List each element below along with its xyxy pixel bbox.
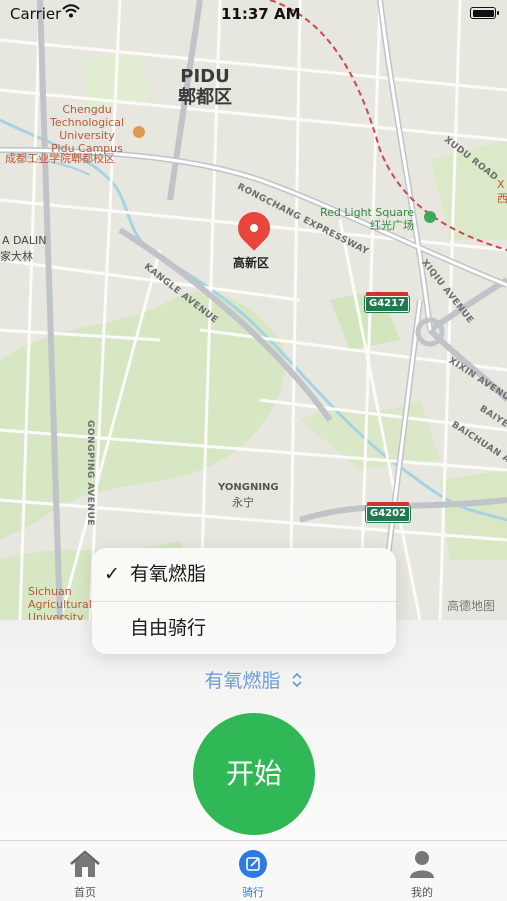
tab-ride-label: 骑行 xyxy=(242,886,264,899)
mode-selector[interactable]: 有氧燃脂 xyxy=(0,666,507,693)
road-gongping-label: GONGPING AVENUE xyxy=(85,420,95,526)
tab-home-label: 首页 xyxy=(74,886,96,899)
chevron-up-down-icon xyxy=(291,671,303,693)
edge-xi-label: 西 xyxy=(497,192,507,205)
poi-redlight-label[interactable]: Red Light Square xyxy=(320,206,414,219)
map-background xyxy=(0,0,507,620)
edit-square-icon xyxy=(238,849,268,883)
yongning-zh-label: 永宁 xyxy=(232,496,254,509)
poi-sichuan-agricultural-university[interactable]: Sichuan Agricultural University xyxy=(28,585,92,620)
dalin-label: A DALIN xyxy=(2,234,47,247)
mode-dropdown-menu: ✓ 有氧燃脂 自由骑行 xyxy=(92,548,396,654)
menu-item-aerobic-fat-burn[interactable]: ✓ 有氧燃脂 xyxy=(92,548,396,601)
highway-shield-g4217: G4217 xyxy=(365,292,410,312)
tab-bar: 首页 骑行 我的 xyxy=(0,840,507,901)
carrier-label: Carrier xyxy=(10,5,62,23)
tab-mine-label: 我的 xyxy=(411,886,433,899)
person-icon xyxy=(409,850,435,882)
yongning-label: YONGNING xyxy=(218,482,279,493)
tab-ride[interactable]: 骑行 xyxy=(193,841,313,901)
poi-chengdu-tech-university[interactable]: Chengdu Technological University Pidu Ca… xyxy=(50,103,124,155)
wifi-icon xyxy=(62,4,80,22)
poi-university-zh-label: 成都工业学院郫都校区 xyxy=(5,152,115,165)
battery-icon xyxy=(470,7,499,19)
pin-label: 高新区 xyxy=(233,256,270,270)
poi-redlight-zh-label: 红光广场 xyxy=(370,219,414,232)
menu-item-label: 自由骑行 xyxy=(130,617,207,639)
tab-home[interactable]: 首页 xyxy=(25,841,145,901)
menu-item-free-ride[interactable]: 自由骑行 xyxy=(92,602,396,654)
checkmark-icon: ✓ xyxy=(104,563,120,585)
highway-shield-g4202: G4202 xyxy=(366,502,411,522)
park-poi-icon xyxy=(424,211,436,223)
status-bar: Carrier 11:37 AM xyxy=(0,0,507,28)
map-watermark: 高德地图 xyxy=(447,599,496,613)
dalin-zh-label: 家大林 xyxy=(0,250,33,263)
clock-label: 11:37 AM xyxy=(221,5,301,23)
district-label: PIDU 郫都区 xyxy=(178,66,232,108)
map-view[interactable]: PIDU 郫都区 Chengdu Technological Universit… xyxy=(0,0,507,620)
menu-item-label: 有氧燃脂 xyxy=(130,563,207,585)
university-poi-icon xyxy=(133,126,145,138)
start-button[interactable]: 开始 xyxy=(193,713,315,835)
home-icon xyxy=(68,849,102,883)
tab-mine[interactable]: 我的 xyxy=(362,841,482,901)
mode-selector-label: 有氧燃脂 xyxy=(204,670,281,692)
